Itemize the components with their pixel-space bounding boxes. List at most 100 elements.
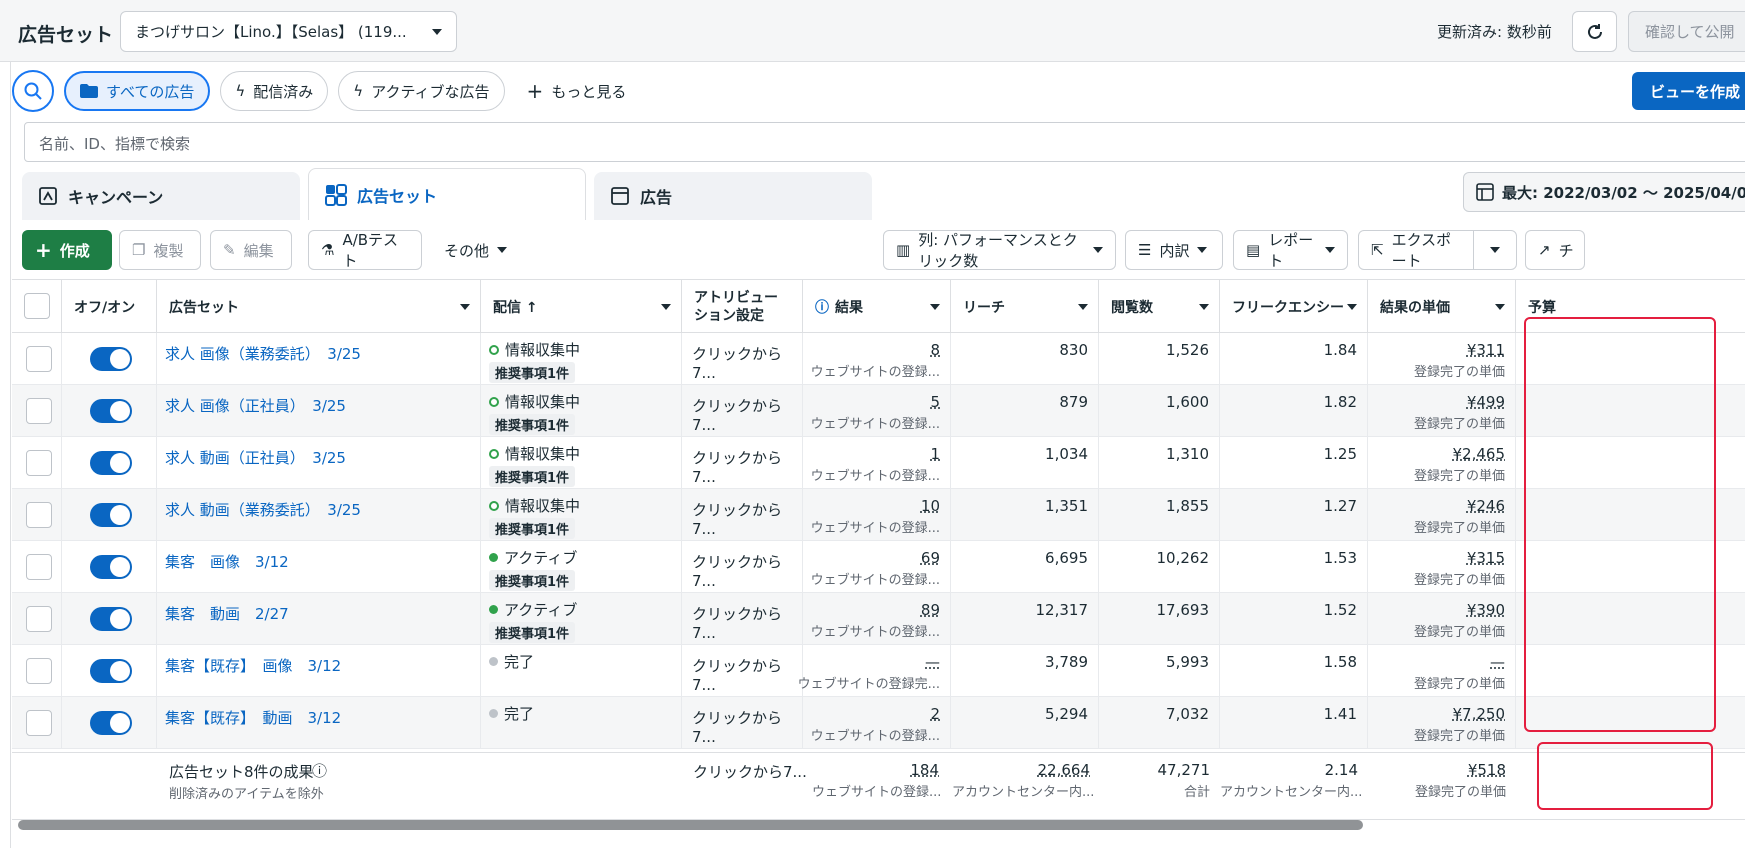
on-off-toggle[interactable] <box>90 659 132 683</box>
table-row[interactable]: 集客 動画 2/27 アクティブ 推奨事項1件 クリックから7... 89 ウェブサイトの… <box>12 593 1745 645</box>
impressions-value: 1,855 <box>1166 497 1209 515</box>
recommendation-badge[interactable]: 推奨事項1件 <box>489 362 576 383</box>
tab-ad-label: 広告 <box>640 188 673 207</box>
on-off-toggle[interactable] <box>90 347 132 371</box>
filter-delivered[interactable]: ϟ 配信済み <box>220 71 329 111</box>
delivery-status: 情報収集中 <box>489 339 580 360</box>
on-off-toggle[interactable] <box>90 555 132 579</box>
tab-campaign[interactable]: キャンペーン <box>22 172 300 220</box>
row-checkbox[interactable] <box>26 450 52 476</box>
duplicate-button[interactable]: ❐ 複製 <box>119 230 201 270</box>
table-row[interactable]: 求人 画像（業務委託） 3/25 情報収集中 推奨事項1件 クリックから7... 8 ウェ… <box>12 333 1745 385</box>
report-button[interactable]: ▤ レポート <box>1233 230 1348 270</box>
recommendation-badge[interactable]: 推奨事項1件 <box>489 622 576 643</box>
table-row[interactable]: 集客【既存】 動画 3/12 完了 クリックから7... 2 ウェブサイトの登録... 5… <box>12 697 1745 749</box>
summary-attr: クリックから7... <box>693 763 807 781</box>
tab-adset[interactable]: 広告セット <box>308 168 586 220</box>
more-filters-button[interactable]: + もっと見る <box>515 79 639 103</box>
table-row[interactable]: 求人 画像（正社員） 3/25 情報収集中 推奨事項1件 クリックから7... 5 ウェブ… <box>12 385 1745 437</box>
recommendation-badge[interactable]: 推奨事項1件 <box>489 414 576 435</box>
filter-all-ads[interactable]: すべての広告 <box>64 71 211 111</box>
recommendation-badge[interactable]: 推奨事項1件 <box>489 466 576 487</box>
export-menu-button[interactable] <box>1473 230 1517 270</box>
create-view-button[interactable]: ビューを作成 <box>1632 72 1745 110</box>
table-row[interactable]: 集客【既存】 画像 3/12 完了 クリックから7... — ウェブサイトの登録完...… <box>12 645 1745 697</box>
col-impressions-label: 閲覧数 <box>1111 300 1153 316</box>
row-reach-cell: 12,317 <box>951 593 1099 645</box>
col-delivery[interactable]: 配信 ↑ <box>481 280 682 334</box>
breakdown-button[interactable]: ☰ 内訳 <box>1125 230 1223 270</box>
info-icon[interactable]: ⓘ <box>312 760 327 781</box>
result-value: 69 <box>920 549 940 567</box>
on-off-toggle[interactable] <box>90 607 132 631</box>
row-checkbox[interactable] <box>26 502 52 528</box>
table-row[interactable]: 求人 動画（業務委託） 3/25 情報収集中 推奨事項1件 クリックから7... 10 ウ… <box>12 489 1745 541</box>
col-frequency[interactable]: フリークエンシー <box>1220 280 1368 334</box>
chart-button[interactable]: ↗ チ <box>1525 230 1585 270</box>
col-budget-label: 予算 <box>1528 300 1556 316</box>
row-checkbox[interactable] <box>26 398 52 424</box>
row-checkbox[interactable] <box>26 710 52 736</box>
table-row[interactable]: 求人 動画（正社員） 3/25 情報収集中 推奨事項1件 クリックから7... 1 ウェブ… <box>12 437 1745 489</box>
row-checkbox[interactable] <box>26 658 52 684</box>
horizontal-scrollbar[interactable] <box>18 820 1363 830</box>
filter-active-ads[interactable]: ϟ アクティブな広告 <box>338 71 505 111</box>
adset-name-link[interactable]: 集客【既存】 動画 3/12 <box>165 707 341 728</box>
row-toggle-cell <box>62 541 157 593</box>
col-impressions[interactable]: 閲覧数 <box>1099 280 1220 334</box>
delivery-status: アクティブ <box>489 547 577 568</box>
row-result-cell: — ウェブサイトの登録完... <box>798 645 951 697</box>
select-all-checkbox[interactable] <box>24 293 50 319</box>
row-checkbox[interactable] <box>26 554 52 580</box>
search-button[interactable] <box>12 70 54 112</box>
export-button[interactable]: ⇱ エクスポート <box>1358 230 1474 270</box>
on-off-toggle[interactable] <box>90 399 132 423</box>
ab-test-button[interactable]: ⚗ A/Bテスト <box>308 230 422 270</box>
col-result[interactable]: ⓘ 結果 <box>803 280 951 334</box>
row-checkbox[interactable] <box>26 606 52 632</box>
adset-name-link[interactable]: 求人 画像（業務委託） 3/25 <box>165 343 361 364</box>
on-off-toggle[interactable] <box>90 711 132 735</box>
row-cpr-cell: ¥7,250 登録完了の単価 <box>1368 697 1516 749</box>
refresh-button[interactable] <box>1572 11 1617 52</box>
col-adset[interactable]: 広告セット <box>157 280 481 334</box>
account-select[interactable]: まつげサロン【Lino.】【Selas】 (119... <box>120 11 457 52</box>
col-cpr[interactable]: 結果の単価 <box>1368 280 1516 334</box>
reach-value: 1,351 <box>1045 497 1088 515</box>
result-value: — <box>925 653 940 671</box>
row-checkbox[interactable] <box>26 346 52 372</box>
adset-name-link[interactable]: 求人 動画（正社員） 3/25 <box>165 447 346 468</box>
cpr-value: — <box>1490 653 1505 671</box>
table-row[interactable]: 集客 画像 3/12 アクティブ 推奨事項1件 クリックから7... 69 ウェブサイトの… <box>12 541 1745 593</box>
cpr-sub: 登録完了の単価 <box>1413 365 1505 380</box>
on-off-toggle[interactable] <box>90 451 132 475</box>
adset-name-link[interactable]: 集客 画像 3/12 <box>165 551 289 572</box>
cpr-value: ¥499 <box>1466 393 1505 411</box>
ad-icon <box>611 187 629 205</box>
create-button[interactable]: + 作成 <box>22 230 112 270</box>
publish-button[interactable]: 確認して公開 <box>1628 11 1745 52</box>
summary-cpr: ¥518 <box>1467 761 1506 779</box>
adset-name-link[interactable]: 集客【既存】 画像 3/12 <box>165 655 341 676</box>
tab-ad[interactable]: 広告 <box>594 172 872 220</box>
adset-name-link[interactable]: 求人 動画（業務委託） 3/25 <box>165 499 361 520</box>
date-range-picker[interactable]: 最大: 2022/03/02 〜 2025/04/0 <box>1463 172 1745 212</box>
cpr-sub: 登録完了の単価 <box>1413 521 1505 536</box>
col-reach[interactable]: リーチ <box>951 280 1099 334</box>
col-result-label: 結果 <box>835 300 863 316</box>
impressions-value: 7,032 <box>1166 705 1209 723</box>
adset-name-link[interactable]: 集客 動画 2/27 <box>165 603 289 624</box>
other-menu-button[interactable]: その他 <box>432 230 532 270</box>
recommendation-badge[interactable]: 推奨事項1件 <box>489 570 576 591</box>
search-input[interactable]: 名前、ID、指標で検索 <box>24 122 1745 162</box>
result-sub: ウェブサイトの登録完... <box>797 677 940 692</box>
columns-button[interactable]: ▥ 列: パフォーマンスとクリック数 <box>883 230 1116 270</box>
row-cpr-cell: ¥2,465 登録完了の単価 <box>1368 437 1516 489</box>
col-attribution[interactable]: アトリビューション設定 <box>682 280 803 334</box>
report-label: レポート <box>1268 231 1314 270</box>
adset-name-link[interactable]: 求人 画像（正社員） 3/25 <box>165 395 346 416</box>
on-off-toggle[interactable] <box>90 503 132 527</box>
recommendation-badge[interactable]: 推奨事項1件 <box>489 518 576 539</box>
edit-button[interactable]: ✎ 編集 <box>210 230 292 270</box>
row-toggle-cell <box>62 385 157 437</box>
